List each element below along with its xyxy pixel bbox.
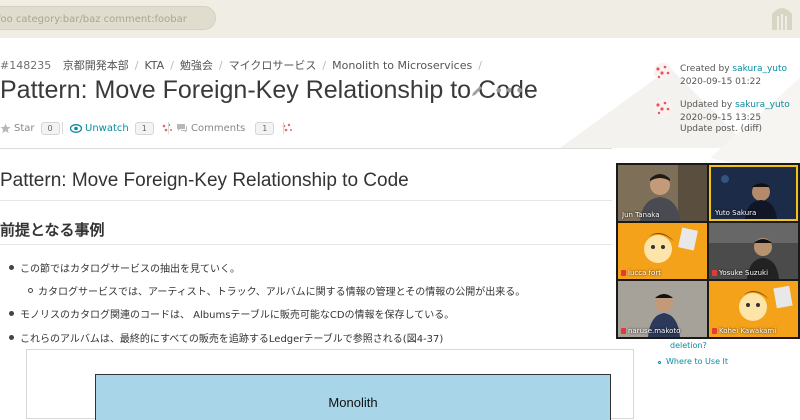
breadcrumb: #148235 / 京都開発本部 / KTA / 勉強会 / マイクロサービス / Monolit… (0, 57, 488, 73)
search-box[interactable] (0, 6, 216, 30)
breadcrumb-separator: / (218, 59, 223, 72)
star-count: 0 (40, 121, 60, 135)
created-timestamp: 2020-09-15 01:22 (680, 77, 762, 87)
update-note-link[interactable]: Update post. (diff) (680, 124, 762, 134)
page-title: Pattern: Move Foreign-Key Relationship t… (0, 76, 538, 104)
created-label: Created by (680, 64, 730, 74)
figure-diagram: Monolith (26, 349, 634, 420)
participant-tile-active[interactable]: Yuto Sakura (709, 165, 798, 221)
breadcrumb-item[interactable]: KTA (144, 59, 164, 72)
pencil-icon[interactable] (470, 84, 484, 98)
participant-tile[interactable]: Jun Tanaka (618, 165, 707, 221)
divider (0, 200, 612, 201)
search-input[interactable] (0, 10, 199, 28)
breadcrumb-separator: / (134, 59, 139, 72)
watch-count: 1 (134, 121, 154, 135)
divider (283, 122, 284, 134)
mic-muted-icon (712, 328, 717, 334)
breadcrumb-item[interactable]: Monolith to Microservices (332, 59, 472, 72)
unwatch-button[interactable]: Unwatch 1 (70, 120, 174, 136)
star-button[interactable]: Star 0 (0, 120, 60, 136)
app-logo-icon[interactable] (770, 4, 794, 32)
created-info: Created by sakura_yuto (680, 64, 787, 74)
more-menu-button[interactable]: ••• (494, 81, 525, 100)
bullet-dot (9, 265, 14, 270)
mic-muted-icon (621, 270, 626, 276)
breadcrumb-separator: / (170, 59, 174, 72)
top-bar (0, 0, 800, 38)
participant-tile[interactable]: naruse.makoto (618, 281, 707, 337)
unwatch-label: Unwatch (85, 122, 129, 134)
participant-name: Kohei Kawakami (719, 327, 777, 335)
star-icon (0, 122, 11, 133)
breadcrumb-item[interactable]: 勉強会 (180, 59, 213, 72)
participant-tile[interactable]: Kohei Kawakami (709, 281, 798, 337)
divider (62, 122, 63, 134)
toc-item[interactable]: deletion? (670, 341, 707, 350)
post-actions: Star 0 Unwatch 1 Comments 1 (0, 120, 300, 136)
comment-icon (177, 124, 187, 133)
breadcrumb-separator: / (478, 59, 482, 72)
participant-name: Yosuke Suzuki (719, 269, 769, 277)
updated-info: Updated by sakura_yuto (680, 100, 790, 110)
monolith-box: Monolith (95, 374, 611, 420)
breadcrumb-item[interactable]: マイクロサービス (229, 59, 317, 72)
divider (0, 244, 612, 245)
updated-label: Updated by (680, 100, 733, 110)
list-item: この節ではカタログサービスの抽出を見ていく。 (20, 264, 240, 275)
creator-avatar[interactable] (652, 62, 674, 82)
updated-timestamp: 2020-09-15 13:25 (680, 113, 762, 123)
mic-muted-icon (621, 328, 626, 334)
star-label: Star (14, 122, 35, 134)
participant-name: lucca fort (628, 269, 661, 277)
divider (168, 122, 169, 134)
eye-icon (70, 123, 82, 133)
list-item: カタログサービスでは、アーティスト、トラック、アルバムに関する情報の管理とその情… (38, 287, 526, 298)
participant-name: Jun Tanaka (622, 211, 660, 219)
monolith-label: Monolith (328, 395, 378, 410)
breadcrumb-separator: / (322, 59, 327, 72)
participant-name: naruse.makoto (628, 327, 681, 335)
mic-muted-icon (712, 270, 717, 276)
content-heading-2: 前提となる事例 (0, 221, 105, 239)
participant-name: Yuto Sakura (715, 209, 757, 217)
watcher-avatar (162, 123, 172, 132)
list-item: これらのアルバムは、最終的にすべての販売を追跡するLedgerテーブルで参照され… (20, 334, 444, 345)
participant-tile[interactable]: Yosuke Suzuki (709, 223, 798, 279)
bullet-dot (9, 311, 14, 316)
bullet-dot (9, 335, 14, 340)
toc-bullet (658, 361, 661, 364)
breadcrumb-item[interactable]: 京都開発本部 (63, 59, 129, 72)
divider (0, 148, 612, 149)
participant-tile[interactable]: lucca fort (618, 223, 707, 279)
comments-count: 1 (255, 121, 275, 135)
content-heading-1: Pattern: Move Foreign-Key Relationship t… (0, 170, 409, 191)
list-item: モノリスのカタログ関連のコードは、 Albumsテーブルに販売可能なCDの情報を… (20, 310, 455, 321)
post-id: #148235 (0, 59, 52, 72)
comments-label: Comments (191, 122, 246, 134)
comments-button[interactable]: Comments 1 (176, 120, 294, 136)
bullet-ring (28, 288, 33, 293)
updater-avatar[interactable] (652, 98, 674, 118)
toc-item[interactable]: Where to Use It (666, 357, 728, 366)
video-call-overlay[interactable]: Jun Tanaka Yuto Sakura lucca fort Yosuke… (616, 163, 800, 339)
updated-by-link[interactable]: sakura_yuto (735, 100, 790, 110)
created-by-link[interactable]: sakura_yuto (732, 64, 787, 74)
